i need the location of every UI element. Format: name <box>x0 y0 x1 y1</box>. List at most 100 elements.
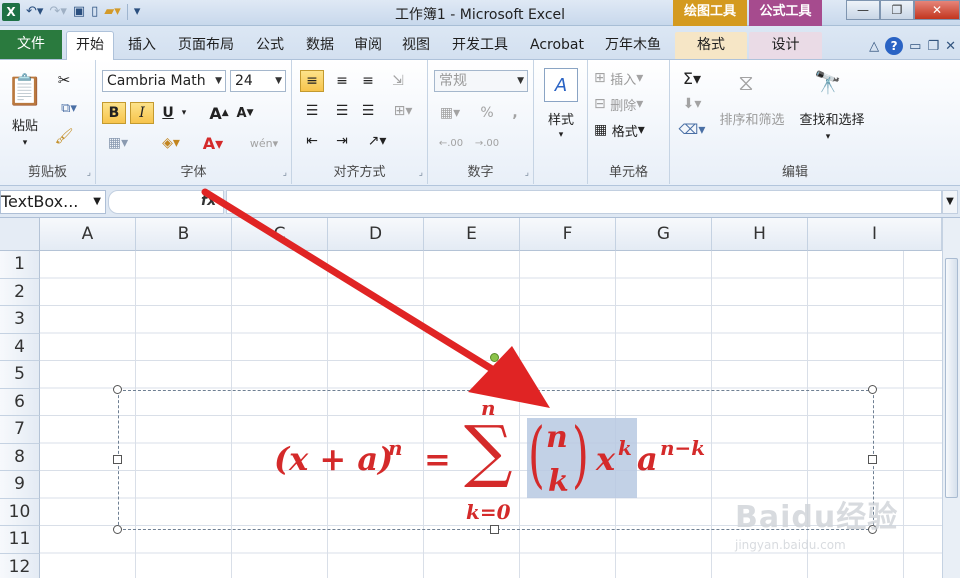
paste-dropdown-icon[interactable]: ▾ <box>4 136 46 150</box>
minimize-button[interactable]: — <box>846 0 880 20</box>
font-launcher-icon[interactable]: ⌟ <box>283 168 287 178</box>
autosum-icon[interactable]: Σ ▾ <box>678 68 706 88</box>
copy-icon[interactable]: ⧉▾ <box>52 98 86 118</box>
shrink-font-button[interactable]: A ▼ <box>234 102 256 124</box>
align-bottom-icon[interactable]: ≡ <box>356 70 380 92</box>
formula-input[interactable] <box>226 190 942 214</box>
column-header-f[interactable]: F <box>520 218 616 251</box>
resize-handle-left[interactable] <box>113 455 122 464</box>
fill-color-icon[interactable]: ◈▾ <box>154 132 188 154</box>
expand-formula-bar-icon[interactable]: ▼ <box>942 190 958 214</box>
percent-style-button[interactable]: % <box>476 102 498 124</box>
row-header-11[interactable]: 11 <box>0 526 40 554</box>
align-center-icon[interactable]: ☰ <box>330 100 354 122</box>
resize-handle-top-right[interactable] <box>868 385 877 394</box>
borders-icon[interactable]: ▦▾ <box>102 132 134 154</box>
row-header-12[interactable]: 12 <box>0 553 40 578</box>
merge-center-icon[interactable]: ⊞▾ <box>386 100 420 122</box>
tab-file[interactable]: 文件 <box>0 30 62 59</box>
sort-filter-icon[interactable]: ⧖ <box>726 66 766 100</box>
column-header-h[interactable]: H <box>712 218 808 251</box>
insert-function-button[interactable]: fx <box>201 193 216 209</box>
increase-decimal-button[interactable]: ← .00 <box>436 132 466 154</box>
underline-button[interactable]: U <box>158 102 178 124</box>
font-color-icon[interactable]: A▾ <box>196 132 230 154</box>
number-format-combo[interactable]: 常规 ▼ <box>434 70 528 92</box>
sort-filter-button[interactable]: 排序和筛选 <box>714 108 790 128</box>
column-header-b[interactable]: B <box>136 218 232 251</box>
clear-icon[interactable]: ⌫▾ <box>678 120 706 140</box>
row-header-3[interactable]: 3 <box>0 306 40 334</box>
align-right-icon[interactable]: ☰ <box>356 100 380 122</box>
rotate-handle[interactable] <box>490 353 499 362</box>
format-painter-icon[interactable]: 🖌 <box>52 126 76 146</box>
alignment-launcher-icon[interactable]: ⌟ <box>419 168 423 178</box>
paste-button[interactable]: 粘贴 <box>4 114 46 134</box>
format-cells-button[interactable]: ▦ 格式 ▾ <box>594 120 666 140</box>
cut-icon[interactable]: ✂ <box>52 70 76 90</box>
row-header-6[interactable]: 6 <box>0 388 40 416</box>
align-top-icon[interactable]: ≡ <box>300 70 324 92</box>
decrease-indent-icon[interactable]: ⇤ <box>300 130 324 152</box>
find-select-button[interactable]: 查找和选择 <box>794 108 870 128</box>
font-size-combo[interactable]: 24 ▼ <box>230 70 286 92</box>
tab-acrobat[interactable]: Acrobat <box>524 32 590 59</box>
tab-design[interactable]: 设计 <box>749 32 822 59</box>
resize-handle-bottom-left[interactable] <box>113 525 122 534</box>
styles-button[interactable]: 样式 <box>538 108 584 128</box>
column-header-a[interactable]: A <box>40 218 136 251</box>
tab-data[interactable]: 数据 <box>298 32 342 59</box>
collapse-ribbon-icon[interactable]: △ <box>869 39 879 54</box>
name-box[interactable]: TextBox... ▼ <box>0 190 106 214</box>
column-header-i[interactable]: I <box>808 218 942 251</box>
increase-indent-icon[interactable]: ⇥ <box>330 130 354 152</box>
styles-icon[interactable]: A <box>544 68 578 102</box>
column-header-c[interactable]: C <box>232 218 328 251</box>
fill-icon[interactable]: ⬇▾ <box>678 94 706 114</box>
find-select-dropdown-icon[interactable]: ▾ <box>818 130 838 144</box>
insert-cells-button[interactable]: ⊞ 插入 ▾ <box>594 68 666 88</box>
row-header-4[interactable]: 4 <box>0 333 40 361</box>
italic-button[interactable]: I <box>130 102 154 124</box>
resize-handle-right[interactable] <box>868 455 877 464</box>
resize-handle-bottom[interactable] <box>490 525 499 534</box>
underline-dropdown-icon[interactable]: ▾ <box>178 102 190 124</box>
grow-font-button[interactable]: A ▲ <box>208 102 230 124</box>
doc-minimize-icon[interactable]: ▭ <box>909 39 921 54</box>
phonetic-icon[interactable]: wén ▾ <box>244 132 284 154</box>
row-header-1[interactable]: 1 <box>0 251 40 279</box>
font-name-combo[interactable]: Cambria Math ▼ <box>102 70 226 92</box>
resize-handle-top-left[interactable] <box>113 385 122 394</box>
decrease-decimal-button[interactable]: → .00 <box>472 132 502 154</box>
clipboard-launcher-icon[interactable]: ⌟ <box>87 168 91 178</box>
close-button[interactable]: ✕ <box>914 0 960 20</box>
find-select-icon[interactable]: 🔭 <box>808 66 848 100</box>
wrap-text-icon[interactable]: ⇲ <box>386 70 410 92</box>
align-middle-icon[interactable]: ≡ <box>330 70 354 92</box>
doc-close-icon[interactable]: ✕ <box>945 39 956 54</box>
tab-format[interactable]: 格式 <box>675 32 747 59</box>
column-header-e[interactable]: E <box>424 218 520 251</box>
tab-view[interactable]: 视图 <box>394 32 438 59</box>
bold-button[interactable]: B <box>102 102 126 124</box>
tab-page-layout[interactable]: 页面布局 <box>170 32 242 59</box>
tab-developer[interactable]: 开发工具 <box>444 32 516 59</box>
column-header-g[interactable]: G <box>616 218 712 251</box>
row-header-7[interactable]: 7 <box>0 416 40 444</box>
row-header-2[interactable]: 2 <box>0 278 40 306</box>
tab-formulas[interactable]: 公式 <box>248 32 292 59</box>
row-header-9[interactable]: 9 <box>0 471 40 499</box>
accounting-format-icon[interactable]: ▦▾ <box>434 102 466 124</box>
tab-review[interactable]: 审阅 <box>346 32 390 59</box>
tab-insert[interactable]: 插入 <box>120 32 164 59</box>
styles-dropdown-icon[interactable]: ▾ <box>538 128 584 142</box>
help-icon[interactable]: ? <box>885 37 904 55</box>
align-left-icon[interactable]: ☰ <box>300 100 324 122</box>
tab-home[interactable]: 开始 <box>66 31 114 60</box>
row-header-10[interactable]: 10 <box>0 498 40 526</box>
orientation-icon[interactable]: ↗▾ <box>362 130 392 152</box>
scrollbar-thumb[interactable] <box>945 258 958 498</box>
restore-button[interactable]: ❐ <box>880 0 914 20</box>
row-header-5[interactable]: 5 <box>0 361 40 389</box>
tab-wannian-muyu[interactable]: 万年木鱼 <box>596 32 670 59</box>
